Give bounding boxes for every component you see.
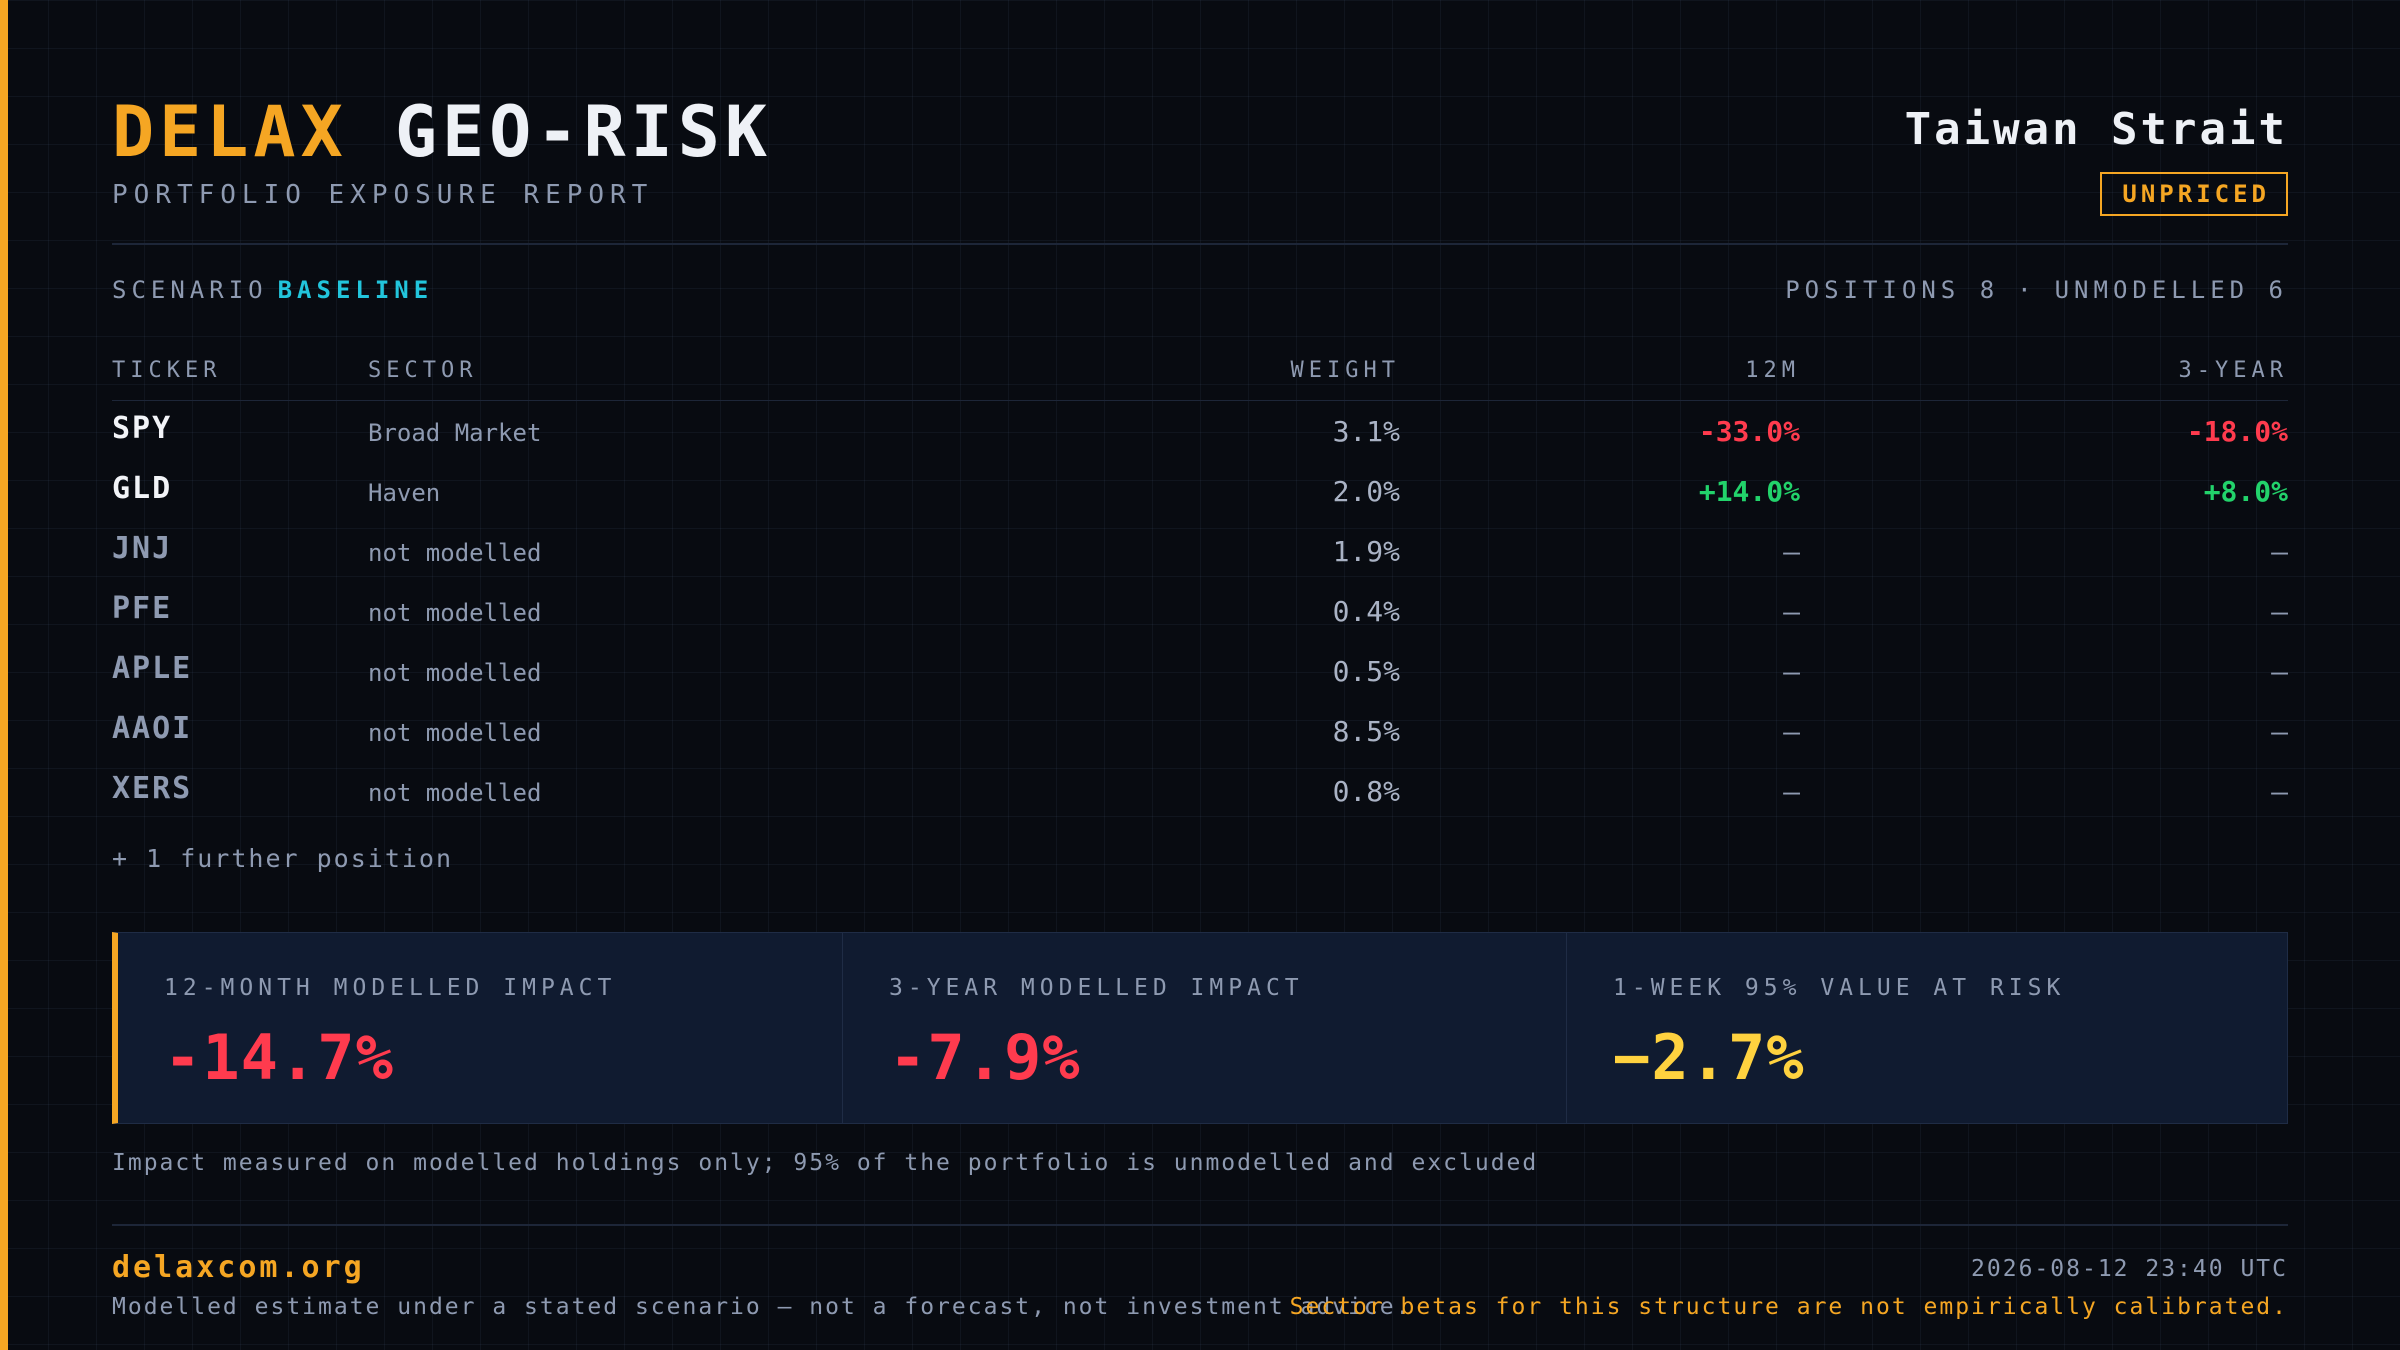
report-page: DELAX GEO-RISK PORTFOLIO EXPOSURE REPORT… <box>112 0 2288 1350</box>
report-title: DELAX GEO-RISK <box>112 90 772 174</box>
report-header: DELAX GEO-RISK PORTFOLIO EXPOSURE REPORT… <box>112 90 2288 240</box>
table-row: JNJ not modelled 1.9% — — <box>112 521 2288 581</box>
title-rest: GEO-RISK <box>394 91 773 173</box>
header-divider <box>112 243 2288 245</box>
weight-cell: 0.8% <box>1332 775 1400 808</box>
sector-cell: not modelled <box>368 599 542 627</box>
scenario-value: BASELINE <box>277 276 434 304</box>
disclaimer-text: Modelled estimate under a stated scenari… <box>112 1294 1412 1320</box>
sector-cell: Broad Market <box>368 419 542 447</box>
calibration-warning: Sector betas for this structure are not … <box>1289 1294 2288 1320</box>
sector-cell: not modelled <box>368 539 542 567</box>
metric-value: -7.9% <box>889 1021 1081 1094</box>
col-sector: SECTOR <box>368 358 478 383</box>
weight-cell: 2.0% <box>1332 475 1400 508</box>
metric-value: −2.7% <box>1613 1021 1805 1094</box>
weight-cell: 3.1% <box>1332 415 1400 448</box>
footer-divider <box>112 1224 2288 1226</box>
unmodelled-label: UNMODELLED <box>2054 276 2250 304</box>
sector-cell: not modelled <box>368 659 542 687</box>
weight-cell: 0.4% <box>1332 595 1400 628</box>
impact-3year-cell: — <box>2271 655 2288 688</box>
metric-value-at-risk: 1-WEEK 95% VALUE AT RISK −2.7% <box>1566 933 2291 1123</box>
status-badge: UNPRICED <box>2100 172 2288 216</box>
metrics-panel: 12-MONTH MODELLED IMPACT -14.7% 3-YEAR M… <box>112 932 2288 1124</box>
ticker-cell: PFE <box>112 591 173 626</box>
metric-12m-impact: 12-MONTH MODELLED IMPACT -14.7% <box>118 933 842 1123</box>
impact-12m-cell: — <box>1783 535 1800 568</box>
region-title: Taiwan Strait <box>1904 104 2288 155</box>
weight-cell: 8.5% <box>1332 715 1400 748</box>
accent-bar <box>0 0 8 1350</box>
report-timestamp: 2026-08-12 23:40 UTC <box>1971 1256 2288 1282</box>
impact-3year-cell: -18.0% <box>2186 415 2288 448</box>
impact-12m-cell: — <box>1783 595 1800 628</box>
ticker-cell: AAOI <box>112 711 193 746</box>
impact-12m-cell: +14.0% <box>1698 475 1800 508</box>
col-ticker: TICKER <box>112 358 222 383</box>
impact-12m-cell: — <box>1783 775 1800 808</box>
metric-3year-impact: 3-YEAR MODELLED IMPACT -7.9% <box>842 933 1567 1123</box>
unmodelled-count: 6 <box>2268 276 2288 304</box>
col-weight: WEIGHT <box>1290 358 1400 383</box>
metric-label: 3-YEAR MODELLED IMPACT <box>889 975 1304 1001</box>
metric-label: 12-MONTH MODELLED IMPACT <box>164 975 617 1001</box>
impact-12m-cell: — <box>1783 655 1800 688</box>
table-header: TICKER SECTOR WEIGHT 12M 3-YEAR <box>112 358 2288 401</box>
report-subtitle: PORTFOLIO EXPOSURE REPORT <box>112 180 654 210</box>
counts-separator: · <box>2017 276 2037 304</box>
metric-label: 1-WEEK 95% VALUE AT RISK <box>1613 975 2066 1001</box>
col-3year: 3-YEAR <box>2178 358 2288 383</box>
further-positions-note: + 1 further position <box>112 844 454 873</box>
impact-3year-cell: +8.0% <box>2203 475 2288 508</box>
col-12m: 12M <box>1745 358 1800 383</box>
positions-label: POSITIONS <box>1785 276 1961 304</box>
table-row: AAOI not modelled 8.5% — — <box>112 701 2288 761</box>
table-row: SPY Broad Market 3.1% -33.0% -18.0% <box>112 401 2288 461</box>
scenario-row: SCENARIO BASELINE POSITIONS 8 · UNMODELLED … <box>112 276 2288 304</box>
sector-cell: Haven <box>368 479 441 507</box>
table-row: GLD Haven 2.0% +14.0% +8.0% <box>112 461 2288 521</box>
impact-3year-cell: — <box>2271 715 2288 748</box>
table-row: APLE not modelled 0.5% — — <box>112 641 2288 701</box>
positions-table: TICKER SECTOR WEIGHT 12M 3-YEAR SPY Broa… <box>112 358 2288 821</box>
weight-cell: 1.9% <box>1332 535 1400 568</box>
impact-3year-cell: — <box>2271 775 2288 808</box>
table-row: XERS not modelled 0.8% — — <box>112 761 2288 821</box>
positions-count: 8 <box>1979 276 2000 304</box>
impact-footnote: Impact measured on modelled holdings onl… <box>112 1150 1539 1176</box>
ticker-cell: GLD <box>112 471 173 506</box>
weight-cell: 0.5% <box>1332 655 1400 688</box>
ticker-cell: SPY <box>112 411 173 446</box>
ticker-cell: APLE <box>112 651 193 686</box>
impact-3year-cell: — <box>2271 595 2288 628</box>
impact-3year-cell: — <box>2271 535 2288 568</box>
site-link[interactable]: delaxcom.org <box>112 1250 365 1285</box>
metric-value: -14.7% <box>164 1021 394 1094</box>
table-row: PFE not modelled 0.4% — — <box>112 581 2288 641</box>
position-counts: POSITIONS 8 · UNMODELLED 6 <box>1785 276 2288 304</box>
sector-cell: not modelled <box>368 719 542 747</box>
impact-12m-cell: -33.0% <box>1698 415 1800 448</box>
ticker-cell: JNJ <box>112 531 173 566</box>
impact-12m-cell: — <box>1783 715 1800 748</box>
title-brand: DELAX <box>112 91 348 173</box>
ticker-cell: XERS <box>112 771 193 806</box>
scenario-label: SCENARIO <box>112 276 268 304</box>
sector-cell: not modelled <box>368 779 542 807</box>
